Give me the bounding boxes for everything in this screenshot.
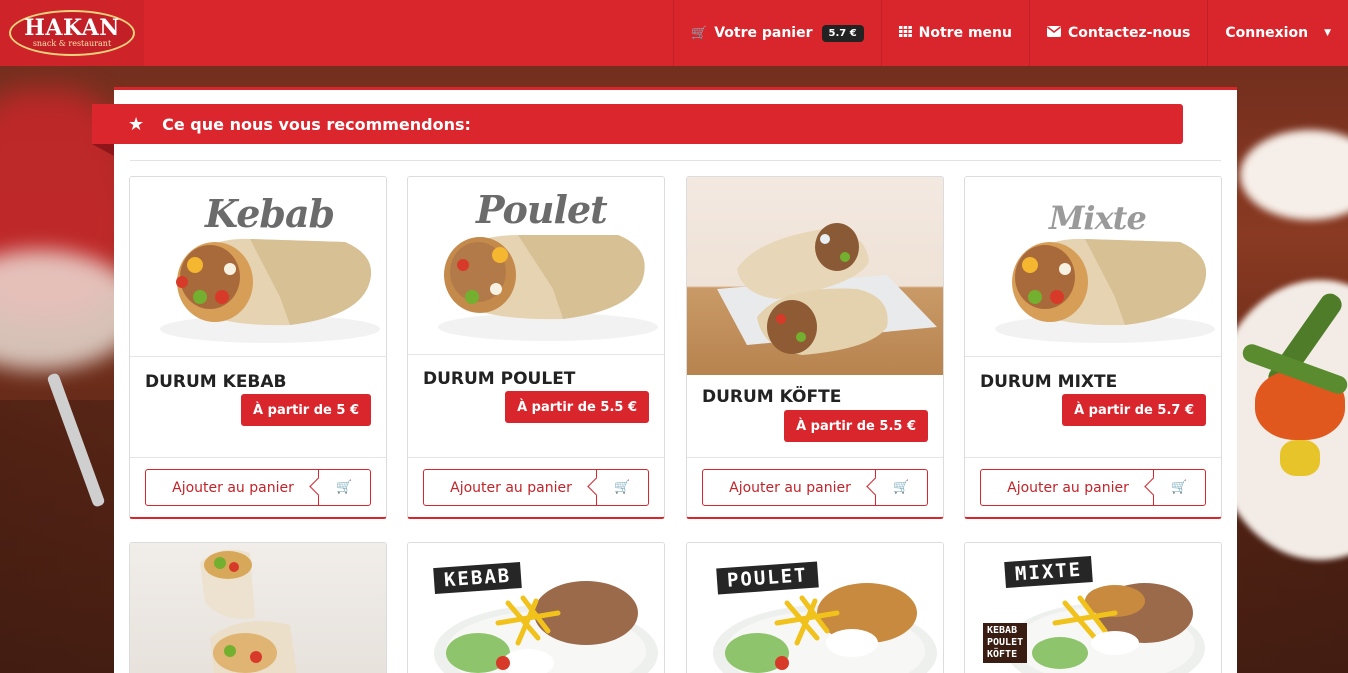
- card-footer: Ajouter au panier 🛒: [408, 457, 664, 517]
- product-name: DURUM KEBAB: [145, 372, 287, 392]
- section-ribbon: ★ Ce que nous vous recommendons:: [92, 104, 1183, 144]
- nav-login-label: Connexion: [1225, 25, 1309, 41]
- product-card: Mixte DURUM MIXTE À partir de 5.7 € Ajou…: [964, 176, 1222, 519]
- add-to-cart-label: Ajouter au panier: [172, 479, 294, 496]
- add-cart-icon: 🛒: [318, 470, 370, 505]
- nav-cart[interactable]: 🛒 Votre panier 5.7 €: [673, 0, 881, 66]
- product-image[interactable]: [687, 177, 943, 375]
- image-subword: KÖFTE: [987, 649, 1018, 660]
- grid-icon: [898, 25, 912, 41]
- add-cart-icon: 🛒: [1153, 470, 1205, 505]
- nav-cart-label: Votre panier: [714, 25, 813, 41]
- nav-contact-label: Contactez-nous: [1067, 25, 1191, 41]
- product-name: DURUM KÖFTE: [702, 387, 842, 407]
- image-subword: KEBAB: [987, 625, 1018, 636]
- price-button[interactable]: À partir de 5.5 €: [505, 391, 649, 423]
- product-card: Poulet DURUM POULET À partir de 5.5 € Aj…: [407, 176, 665, 519]
- add-to-cart-label: Ajouter au panier: [450, 479, 572, 496]
- product-card: DURUM KÖFTE À partir de 5.5 € Ajouter au…: [686, 176, 944, 519]
- image-subwords: KEBAB POULET KÖFTE: [983, 623, 1028, 663]
- brand-name: HAKAN: [24, 15, 120, 41]
- envelope-icon: [1046, 25, 1061, 41]
- nav-menu-label: Notre menu: [918, 25, 1012, 41]
- nav-login-dropdown[interactable]: Connexion ▼: [1207, 0, 1348, 66]
- section-heading: Ce que nous vous recommendons:: [162, 114, 471, 134]
- product-image[interactable]: KEBAB: [408, 543, 664, 673]
- product-card: MIXTE KEBAB POULET KÖFTE: [964, 542, 1222, 673]
- nav-menu[interactable]: Notre menu: [880, 0, 1029, 66]
- add-to-cart-button[interactable]: Ajouter au panier 🛒: [702, 469, 928, 506]
- price-button[interactable]: À partir de 5.5 €: [784, 410, 928, 442]
- shopping-cart-icon: 🛒: [691, 25, 708, 41]
- caret-down-icon: ▼: [1324, 28, 1331, 38]
- brand-tagline: snack & restaurant: [32, 39, 112, 48]
- cart-total-badge: 5.7 €: [821, 24, 864, 42]
- add-to-cart-label: Ajouter au panier: [729, 479, 851, 496]
- add-to-cart-button[interactable]: Ajouter au panier 🛒: [980, 469, 1206, 506]
- product-card: [129, 542, 387, 673]
- product-image[interactable]: POULET: [687, 543, 943, 673]
- product-image[interactable]: Kebab: [130, 177, 386, 357]
- product-card: KEBAB: [407, 542, 665, 673]
- product-image[interactable]: Mixte: [965, 177, 1221, 357]
- card-footer: Ajouter au panier 🛒: [687, 457, 943, 517]
- ribbon-fold: [92, 144, 114, 156]
- card-footer: Ajouter au panier 🛒: [130, 457, 386, 517]
- price-button[interactable]: À partir de 5 €: [241, 394, 371, 426]
- add-cart-icon: 🛒: [596, 470, 648, 505]
- brand-logo-link[interactable]: HAKAN snack & restaurant: [0, 0, 144, 66]
- add-to-cart-label: Ajouter au panier: [1007, 479, 1129, 496]
- product-image[interactable]: MIXTE KEBAB POULET KÖFTE: [965, 543, 1221, 673]
- product-name: DURUM MIXTE: [980, 372, 1118, 392]
- nav-contact[interactable]: Contactez-nous: [1028, 0, 1207, 66]
- image-subword: POULET: [987, 637, 1024, 648]
- brand-logo: HAKAN snack & restaurant: [9, 10, 135, 56]
- product-card: POULET: [686, 542, 944, 673]
- add-cart-icon: 🛒: [875, 470, 927, 505]
- section-divider: [130, 160, 1221, 161]
- product-card: Kebab DURUM KEBAB À partir de 5 € Ajoute…: [129, 176, 387, 519]
- product-image[interactable]: [130, 543, 386, 673]
- product-image[interactable]: Poulet: [408, 177, 664, 355]
- add-to-cart-button[interactable]: Ajouter au panier 🛒: [145, 469, 371, 506]
- product-name: DURUM POULET: [423, 369, 576, 389]
- top-navbar: HAKAN snack & restaurant 🛒 Votre panier …: [0, 0, 1348, 66]
- add-to-cart-button[interactable]: Ajouter au panier 🛒: [423, 469, 649, 506]
- star-icon: ★: [128, 113, 145, 135]
- price-button[interactable]: À partir de 5.7 €: [1062, 394, 1206, 426]
- card-footer: Ajouter au panier 🛒: [965, 457, 1221, 517]
